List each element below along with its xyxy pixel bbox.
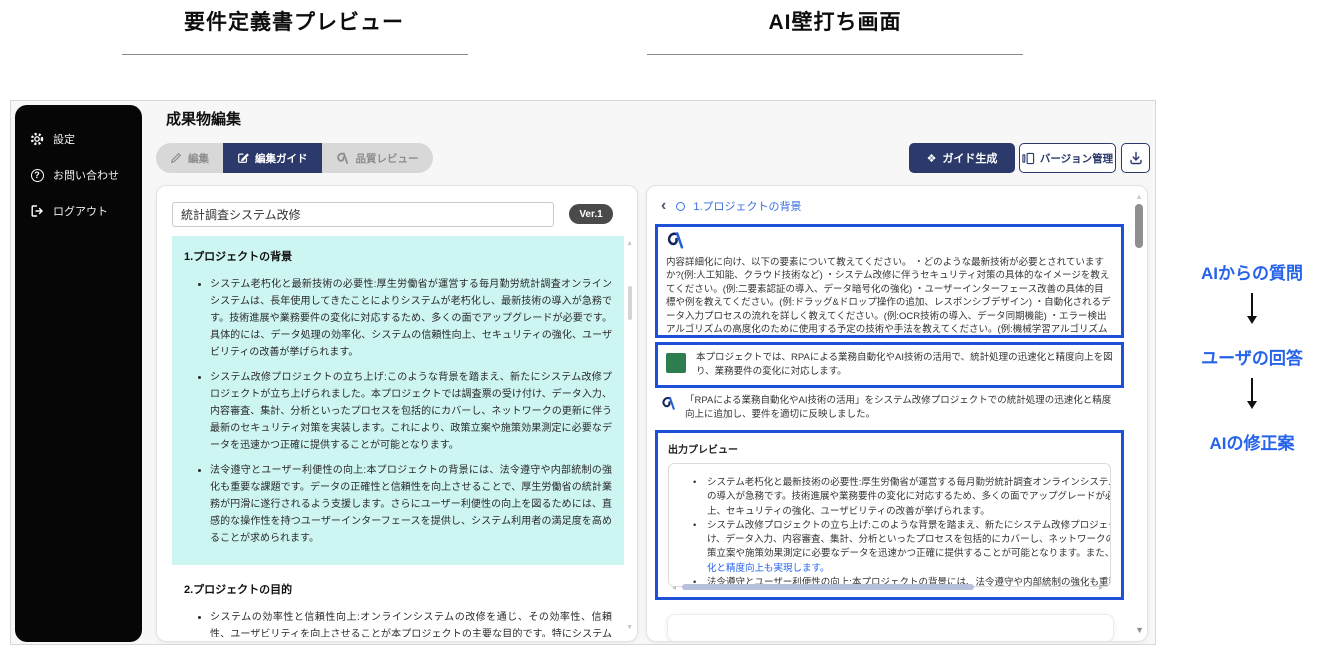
right-panel-title-text: AI壁打ち画面 [768,11,902,34]
section-heading: 1.プロジェクトの背景 [184,251,293,263]
tab-edit[interactable]: 編集 [156,143,223,173]
left-title-underline [122,54,468,55]
section-bullets: システムの効率性と信頼性向上:オンラインシステムの改修を通じ、その効率性、信頼性… [184,609,612,637]
section-bullets: システム老朽化と最新技術の必要性:厚生労働省が運営する毎月勤労統計調査オンライン… [184,276,612,547]
ai-response-text: 「RPAによる業務自動化やAI技術の活用」をシステム改修プロジェクトでの統計処理… [685,395,1112,421]
version-control-label: バージョン管理 [1039,152,1114,165]
ai-review-icon [336,151,350,165]
page-title: 成果物編集 [166,111,242,128]
help-icon: ? [29,167,45,183]
chat-scrollbar-thumb[interactable] [1135,204,1143,248]
document-section: 1.プロジェクトの背景システム老朽化と最新技術の必要性:厚生労働省が運営する毎月… [172,236,624,565]
hscroll-left-icon[interactable]: ◂ [672,583,676,592]
user-avatar [666,353,686,373]
section-breadcrumb: 1.プロジェクトの背景 [693,201,802,213]
page: 要件定義書プレビュー AI壁打ち画面 設定? お問い合わせ ログアウト 成果物編集 … [0,0,1336,652]
tab-group: 編集 編集ガイド 品質レビュー [156,143,433,173]
section-marker-icon [676,201,686,211]
preview-line: 上、セキュリティの強化、ユーザビリティの改善が挙げられます。 [707,505,990,517]
ai-logo-icon [661,395,677,411]
scroll-down-icon[interactable]: ▼ [626,624,633,631]
ai-question-text: 内容詳細化に向け、以下の要素について教えてください。 ・どのような最新技術が必要… [666,257,1111,336]
right-title-underline [647,54,1023,55]
ai-question-box: 内容詳細化に向け、以下の要素について教えてください。 ・どのような最新技術が必要… [655,224,1124,338]
tab-label: 品質レビュー [355,152,419,165]
sidebar-item-contact[interactable]: ? お問い合わせ [15,157,142,193]
tab-label: 編集 [188,152,209,165]
user-answer-text: 本プロジェクトでは、RPAによる業務自動化やAI技術の活用で、統計処理の迅速化と… [696,352,1113,378]
sidebar-item-label: お問い合わせ [53,170,119,182]
preview-line: の導入が急務です。技術進展や業務要件の変化に対応するため、多くの面でアップグレー… [707,491,1110,503]
flow-label: ユーザの回答 [1201,349,1303,368]
download-icon [1129,151,1143,165]
tab-edit-guide[interactable]: 編集ガイド [223,143,322,173]
tab-label: 編集ガイド [255,152,308,165]
scroll-up-icon[interactable]: ▲ [626,240,633,247]
bullet-item: システム改修プロジェクトの立ち上げ:このような背景を踏まえ、新たにシステム改修プ… [210,369,612,454]
generate-guide-button[interactable]: ❖ ガイド生成 [909,143,1015,173]
document-body: 1.プロジェクトの背景システム老朽化と最新技術の必要性:厚生労働省が運営する毎月… [172,236,624,637]
generate-guide-label: ガイド生成 [942,153,998,165]
preview-line: け、データ入力、内容審査、集計、分析といったプロセスを包括的にカバーし、ネットワ… [707,534,1110,545]
sidebar-item-logout[interactable]: ログアウト [15,193,142,229]
preview-hscrollbar-thumb[interactable] [682,584,974,590]
document-section: 2.プロジェクトの目的システムの効率性と信頼性向上:オンラインシステムの改修を通… [172,569,624,637]
preview-line: システム改修プロジェクトの立ち上げ:このような背景を踏まえ、新たにシステム改修プ… [681,519,1110,534]
logout-icon [29,203,45,219]
sidebar-nav: 設定? お問い合わせ ログアウト [15,105,142,642]
download-button[interactable] [1121,143,1150,173]
hscroll-right-icon[interactable]: ▸ [1099,583,1103,592]
versions-icon [1022,152,1035,165]
sidebar-item-settings[interactable]: 設定 [15,121,142,157]
tab-quality-review[interactable]: 品質レビュー [321,143,433,173]
preview-lines: システム老朽化と最新技術の必要性:厚生労働省が運営する毎月勤労統計調査オンライン… [668,463,1111,587]
bullet-item: 法令遵守とユーザー利便性の向上:本プロジェクトの背景には、法令遵守や内部統制の強… [210,462,612,547]
sidebar-item-label: 設定 [53,134,75,146]
flow-label: AIからの質問 [1201,264,1303,283]
gear-icon [29,131,45,147]
flow-label: AIの修正案 [1209,434,1295,453]
chat-scroll-down-icon[interactable]: ▼ [1135,625,1144,635]
app-window: 設定? お問い合わせ ログアウト 成果物編集 編集 編集ガイド 品質レビュー ❖ ガイド… [10,100,1156,645]
flow-annotations: AIからの質問 ユーザの回答 AIの修正案 [1168,0,1336,652]
user-answer-box: 本プロジェクトでは、RPAによる業務自動化やAI技術の活用で、統計処理の迅速化と… [655,342,1124,388]
sidebar-item-label: ログアウト [53,206,108,218]
output-preview-box: 出力プレビュー システム老朽化と最新技術の必要性:厚生労働省が運営する毎月勤労統… [655,430,1124,600]
preview-line: 策立案や施策効果測定に必要なデータを迅速かつ正確に提供することが可能となります。… [707,548,1111,560]
document-title-input[interactable] [172,202,554,227]
right-panel-title: AI壁打ち画面 [645,6,1025,36]
chat-scroll-up-icon[interactable]: ▲ [1135,192,1143,201]
edit-guide-icon [237,152,249,164]
ai-logo-icon [666,230,686,250]
chat-header: ‹ 1.プロジェクトの背景 [659,198,802,214]
left-panel-title: 要件定義書プレビュー [118,6,470,36]
output-preview-label: 出力プレビュー [668,445,738,456]
sparkle-icon: ❖ [926,152,937,165]
bullet-item: システム老朽化と最新技術の必要性:厚生労働省が運営する毎月勤労統計調査オンライン… [210,276,612,361]
ai-chat-panel: ‹ 1.プロジェクトの背景 ▲ ▼ 内容詳細化に向け、以下の要素について教えてく… [646,185,1148,642]
chat-input[interactable] [667,614,1114,641]
document-scrollbar-thumb[interactable] [628,286,632,320]
down-arrow-icon [1247,378,1257,409]
bullet-item: システムの効率性と信頼性向上:オンラインシステムの改修を通じ、その効率性、信頼性… [210,609,612,637]
preview-line: 化と精度向上も実現します。 [707,562,830,574]
down-arrow-icon [1247,293,1257,324]
pencil-icon [170,152,182,164]
document-preview-panel: Ver.1 1.プロジェクトの背景システム老朽化と最新技術の必要性:厚生労働省が… [156,185,638,642]
preview-line: システム老朽化と最新技術の必要性:厚生労働省が運営する毎月勤労統計調査オンライン… [681,476,1110,491]
version-control-button[interactable]: バージョン管理 [1019,143,1116,173]
section-heading: 2.プロジェクトの目的 [184,584,293,596]
ai-response-row: 「RPAによる業務自動化やAI技術の活用」をシステム改修プロジェクトでの統計処理… [657,392,1122,425]
version-badge: Ver.1 [569,204,613,224]
left-panel-title-text: 要件定義書プレビュー [184,11,404,34]
back-chevron-icon[interactable]: ‹ [659,198,668,214]
